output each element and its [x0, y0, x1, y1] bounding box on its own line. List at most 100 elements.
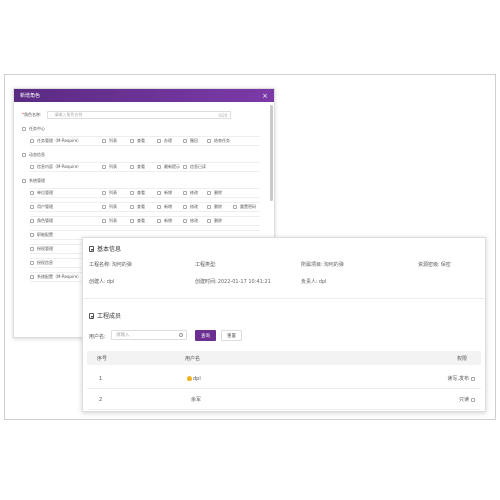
dialog-scrollbar[interactable]	[270, 105, 273, 201]
search-button[interactable]: 查询	[195, 330, 216, 341]
permission-checkbox[interactable]: 角色管理	[30, 218, 53, 224]
permission-checkbox[interactable]: 系统配置（M-Require）	[30, 274, 81, 280]
permission-label: 修改	[190, 204, 198, 209]
checkbox[interactable]	[22, 153, 26, 157]
permission-checkbox[interactable]: 授权信息	[30, 260, 53, 266]
permission-checkbox[interactable]: 删除	[207, 190, 222, 196]
permission-checkbox[interactable]: 删除	[207, 204, 222, 210]
checkbox[interactable]	[30, 139, 34, 143]
checkbox[interactable]	[157, 139, 161, 143]
username-search-input[interactable]: 请输入	[111, 330, 187, 340]
permission-checkbox[interactable]: 查看	[130, 218, 145, 224]
permission-checkbox[interactable]: 撤回	[183, 138, 198, 144]
checkbox[interactable]	[157, 191, 161, 195]
checkbox[interactable]	[22, 179, 26, 183]
checkbox[interactable]	[130, 165, 134, 169]
permission-checkbox[interactable]: 授权管理	[30, 246, 53, 252]
permission-label: 结束任务	[214, 138, 230, 143]
role-name-input[interactable]: 请输入角色名称 0/20	[47, 111, 232, 119]
permission-checkbox[interactable]: 列表	[102, 218, 117, 224]
section-divider	[83, 298, 485, 299]
permission-checkbox[interactable]: 修改	[183, 190, 198, 196]
permission-checkbox[interactable]: 新增	[157, 218, 172, 224]
checkbox[interactable]	[157, 205, 161, 209]
project-type-field: 工程类型:	[195, 262, 217, 268]
checkbox[interactable]	[207, 139, 211, 143]
permission-checkbox[interactable]: 查看	[130, 164, 145, 170]
checkbox[interactable]	[233, 205, 237, 209]
checkbox[interactable]	[157, 165, 161, 169]
permission-checkbox[interactable]: 删除	[207, 218, 222, 224]
permission-checkbox[interactable]: 职能配置	[30, 232, 53, 238]
checkbox[interactable]	[102, 139, 106, 143]
checkbox[interactable]	[183, 191, 187, 195]
checkbox[interactable]	[207, 191, 211, 195]
permission-checkbox[interactable]: 最新提示	[157, 164, 180, 170]
permission-checkbox[interactable]: 办理	[157, 138, 172, 144]
checkbox[interactable]	[30, 165, 34, 169]
permission-label: 查看	[137, 138, 145, 143]
permission-checkbox[interactable]: 新增	[157, 204, 172, 210]
table-row: 2 余军 只读	[87, 390, 481, 410]
group-checkbox[interactable]: 系统管理	[22, 178, 260, 184]
checkbox[interactable]	[30, 261, 34, 265]
permission-checkbox[interactable]: 重置密码	[233, 204, 256, 210]
permission-checkbox[interactable]: 单位管理	[30, 190, 53, 196]
checkbox[interactable]	[30, 219, 34, 223]
row-permission: 只读	[459, 390, 475, 409]
creator-field: 创建人:dpl	[89, 279, 115, 285]
permission-checkbox[interactable]	[471, 397, 475, 402]
checkbox[interactable]	[183, 139, 187, 143]
reset-button[interactable]: 重置	[221, 330, 242, 341]
permission-label: 信息已读	[190, 164, 206, 169]
row-user: 余军	[191, 397, 202, 403]
permission-label: 查看	[137, 164, 145, 169]
checkbox[interactable]	[102, 205, 106, 209]
row-user: dpl	[187, 369, 201, 388]
permission-checkbox[interactable]: 信息已读	[183, 164, 206, 170]
checkbox[interactable]	[30, 275, 34, 279]
checkbox[interactable]	[130, 139, 134, 143]
group-checkbox[interactable]: 动态信息	[22, 152, 260, 158]
permission-label: 查看	[137, 190, 145, 195]
checkbox[interactable]	[183, 205, 187, 209]
permission-checkbox[interactable]: 修改	[183, 204, 198, 210]
checkbox[interactable]	[183, 219, 187, 223]
checkbox[interactable]	[30, 205, 34, 209]
permission-checkbox[interactable]: 查看	[130, 138, 145, 144]
checkbox[interactable]	[102, 191, 106, 195]
permission-label: 信息内容（M-Require）	[37, 164, 82, 169]
checkbox[interactable]	[30, 247, 34, 251]
group-checkbox[interactable]: 任务中心	[22, 126, 260, 132]
permission-checkbox[interactable]: 列表	[102, 204, 117, 210]
checkbox[interactable]	[22, 127, 26, 131]
permission-checkbox[interactable]: 查看	[130, 204, 145, 210]
permission-label: 最新提示	[164, 164, 180, 169]
checkbox[interactable]	[102, 165, 106, 169]
permission-row: 任务管理（M-Require） 列表 查看 办理 撤回 结束任务	[30, 136, 260, 146]
close-icon[interactable]: ×	[262, 92, 268, 100]
permission-label: 单位管理	[37, 190, 53, 195]
permission-checkbox[interactable]: 修改	[183, 218, 198, 224]
checkbox[interactable]	[130, 191, 134, 195]
checkbox[interactable]	[130, 205, 134, 209]
permission-checkbox[interactable]: 信息内容（M-Require）	[30, 164, 81, 170]
checkbox[interactable]	[183, 165, 187, 169]
checkbox[interactable]	[157, 219, 161, 223]
permission-checkbox[interactable]: 新增	[157, 190, 172, 196]
checkbox[interactable]	[207, 205, 211, 209]
permission-checkbox[interactable]: 结束任务	[207, 138, 230, 144]
checkbox[interactable]	[130, 219, 134, 223]
checkbox[interactable]	[30, 191, 34, 195]
permission-checkbox[interactable]: 用户管理	[30, 204, 53, 210]
permission-checkbox[interactable]	[471, 376, 475, 381]
checkbox[interactable]	[207, 219, 211, 223]
permission-checkbox[interactable]: 列表	[102, 164, 117, 170]
checkbox[interactable]	[102, 219, 106, 223]
permission-checkbox[interactable]: 列表	[102, 138, 117, 144]
checkbox[interactable]	[30, 233, 34, 237]
permission-checkbox[interactable]: 查看	[130, 190, 145, 196]
permission-label: 列表	[109, 164, 117, 169]
permission-checkbox[interactable]: 列表	[102, 190, 117, 196]
permission-checkbox[interactable]: 任务管理（M-Require）	[30, 138, 81, 144]
